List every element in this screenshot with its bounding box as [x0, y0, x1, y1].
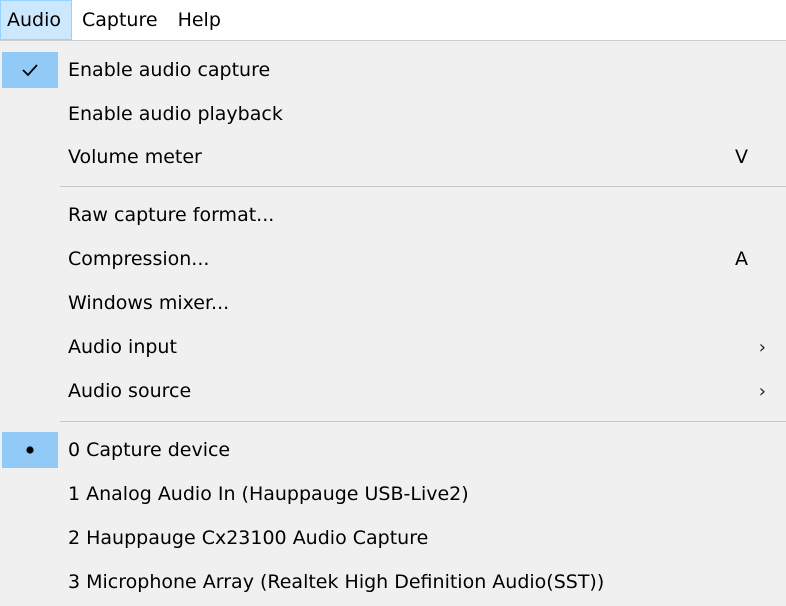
- menu-item-audio-source[interactable]: Audio source ›: [0, 371, 786, 411]
- menu-capture-label: Capture: [82, 9, 158, 31]
- menu-item-label: Audio source: [68, 380, 192, 402]
- menu-help-label: Help: [177, 9, 221, 31]
- menu-separator: [60, 421, 786, 422]
- menu-audio[interactable]: Audio: [0, 0, 73, 40]
- menu-help[interactable]: Help: [168, 0, 231, 40]
- shortcut-label: V: [735, 146, 748, 168]
- chevron-right-icon: ›: [758, 380, 766, 402]
- chevron-right-icon: ›: [758, 336, 766, 358]
- menu-item-capture-device-1[interactable]: 1 Analog Audio In (Hauppauge USB-Live2): [0, 474, 786, 514]
- menu-item-capture-device-3[interactable]: 3 Microphone Array (Realtek High Definit…: [0, 562, 786, 602]
- menu-item-label: Enable audio playback: [68, 103, 283, 125]
- menu-audio-label: Audio: [7, 9, 62, 31]
- menu-item-compression[interactable]: Compression... A: [0, 239, 786, 279]
- check-gutter: [2, 52, 58, 88]
- menu-item-label: 1 Analog Audio In (Hauppauge USB-Live2): [68, 483, 469, 505]
- menu-separator: [60, 186, 786, 187]
- menu-item-label: Enable audio capture: [68, 59, 271, 81]
- menu-item-audio-input[interactable]: Audio input ›: [0, 327, 786, 367]
- audio-dropdown-menu: Enable audio capture Enable audio playba…: [0, 40, 786, 606]
- menu-item-label: Volume meter: [68, 146, 202, 168]
- menu-item-windows-mixer[interactable]: Windows mixer...: [0, 283, 786, 323]
- shortcut-label: A: [735, 248, 748, 270]
- menu-item-volume-meter[interactable]: Volume meter V: [0, 137, 786, 177]
- menu-item-label: 0 Capture device: [68, 439, 231, 461]
- menu-item-label: Compression...: [68, 248, 210, 270]
- checkmark-icon: [22, 63, 38, 77]
- menu-item-enable-audio-playback[interactable]: Enable audio playback: [0, 94, 786, 134]
- menu-item-label: Windows mixer...: [68, 292, 230, 314]
- menu-item-capture-device-0[interactable]: 0 Capture device: [0, 430, 786, 470]
- menu-capture[interactable]: Capture: [72, 0, 168, 40]
- menu-item-label: Audio input: [68, 336, 177, 358]
- menu-bar: Audio Capture Help: [0, 0, 786, 40]
- menu-item-label: Raw capture format...: [68, 204, 275, 226]
- bullet-icon: [25, 445, 35, 455]
- menu-item-enable-audio-capture[interactable]: Enable audio capture: [0, 50, 786, 90]
- check-gutter: [2, 432, 58, 468]
- menu-item-capture-device-2[interactable]: 2 Hauppauge Cx23100 Audio Capture: [0, 518, 786, 558]
- menu-item-label: 2 Hauppauge Cx23100 Audio Capture: [68, 527, 429, 549]
- menu-item-label: 3 Microphone Array (Realtek High Definit…: [68, 571, 605, 593]
- menu-item-raw-capture-format[interactable]: Raw capture format...: [0, 195, 786, 235]
